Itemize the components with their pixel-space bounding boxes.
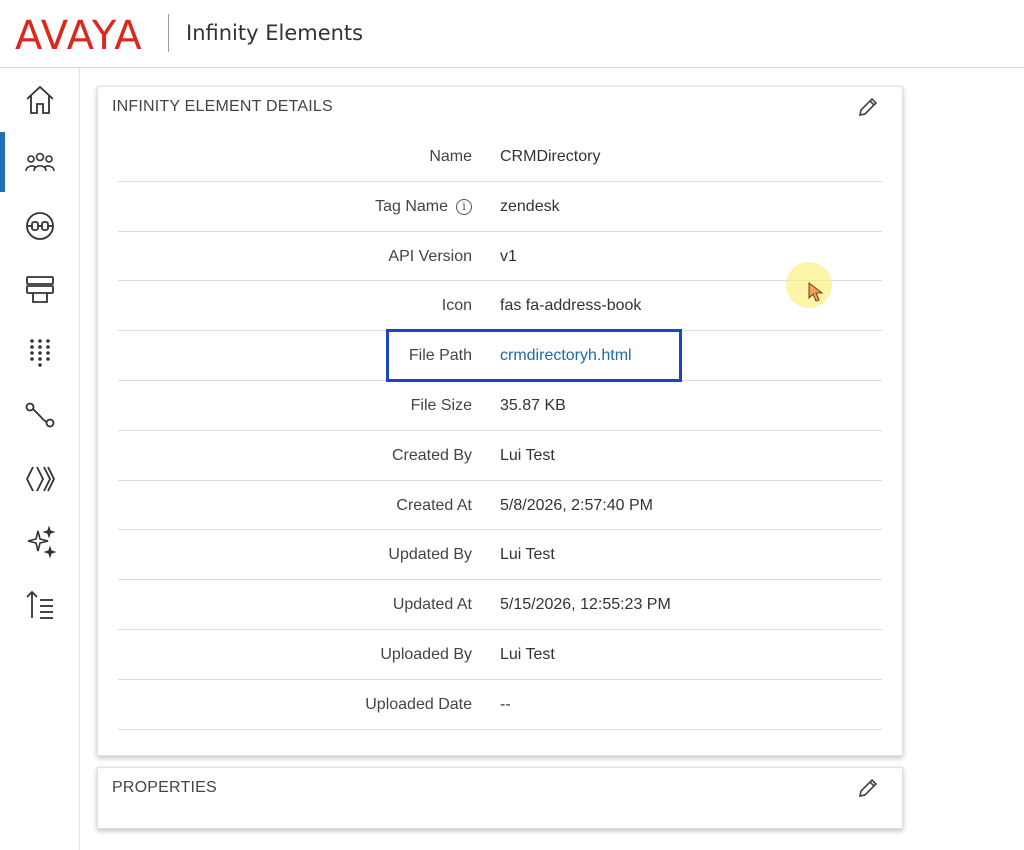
row-label: Uploaded By <box>380 645 472 663</box>
row-value: Lui Test <box>500 546 555 564</box>
row-value: 5/15/2026, 12:55:23 PM <box>500 596 671 614</box>
dialpad-icon <box>30 339 50 367</box>
row-label: Name <box>429 148 472 165</box>
properties-card: PROPERTIES <box>97 767 903 829</box>
home-icon <box>26 85 54 114</box>
app-title: Infinity Elements <box>186 21 364 45</box>
row-label: Created At <box>396 496 472 514</box>
row-value: -- <box>500 695 511 713</box>
sidebar-nav <box>0 68 80 850</box>
users-icon <box>25 152 55 172</box>
header-divider <box>168 14 169 52</box>
details-row-uploaded-by: Uploaded By Lui Test <box>118 630 882 680</box>
row-value: fas fa-address-book <box>500 297 642 315</box>
row-label: Icon <box>441 297 472 315</box>
row-value: Lui Test <box>500 446 555 464</box>
sidebar-item-ai[interactable] <box>0 511 80 573</box>
avaya-logo[interactable]: AVAYA <box>15 13 143 59</box>
row-label: Updated At <box>392 596 472 614</box>
edit-details-button[interactable] <box>856 95 880 119</box>
row-value: v1 <box>500 247 517 265</box>
mouse-cursor-icon <box>808 282 824 302</box>
row-value: CRMDirectory <box>500 148 601 165</box>
sidebar-item-home[interactable] <box>0 69 80 131</box>
details-row-file-size: File Size 35.87 KB <box>118 381 882 431</box>
edit-properties-button[interactable] <box>856 776 880 800</box>
row-label-wrap: Tag Name i <box>375 198 472 216</box>
details-row-updated-at: Updated At 5/15/2026, 12:55:23 PM <box>118 580 882 630</box>
file-path-highlight <box>386 329 682 382</box>
details-title: INFINITY ELEMENT DETAILS <box>112 98 333 115</box>
sidebar-item-sort[interactable] <box>0 574 80 636</box>
details-rows: Name CRMDirectory Tag Name i zendesk API… <box>118 132 882 730</box>
row-label: Updated By <box>388 546 472 564</box>
stack-icon <box>26 276 54 303</box>
connector-icon <box>26 212 54 240</box>
sidebar-item-users[interactable] <box>0 131 80 193</box>
sidebar-item-chevrons[interactable] <box>0 448 80 510</box>
row-value: Lui Test <box>500 645 555 663</box>
row-value: 5/8/2026, 2:57:40 PM <box>500 496 653 514</box>
sparkles-icon <box>27 525 57 559</box>
row-label: Tag Name <box>375 197 448 215</box>
app-header: AVAYA Infinity Elements <box>0 0 1024 68</box>
element-details-card: INFINITY ELEMENT DETAILS Name CRMDirecto… <box>97 86 903 756</box>
details-row-icon: Icon fas fa-address-book <box>118 281 882 332</box>
details-row-uploaded-date: Uploaded Date -- <box>118 680 882 730</box>
details-row-updated-by: Updated By Lui Test <box>118 530 882 581</box>
row-label: Uploaded Date <box>365 695 472 713</box>
row-label: API Version <box>388 247 472 265</box>
details-row-created-by: Created By Lui Test <box>118 431 882 481</box>
row-label: File Size <box>410 396 472 414</box>
details-row-tag-name: Tag Name i zendesk <box>118 182 882 232</box>
pencil-icon <box>858 97 878 117</box>
row-value: zendesk <box>500 197 560 215</box>
info-icon[interactable]: i <box>456 198 472 215</box>
details-row-name: Name CRMDirectory <box>118 132 882 182</box>
row-value: 35.87 KB <box>500 396 566 414</box>
sidebar-item-stack[interactable] <box>0 258 80 320</box>
properties-title: PROPERTIES <box>112 779 217 796</box>
sort-list-icon <box>26 590 53 619</box>
chevrons-icon <box>25 466 56 492</box>
pencil-icon <box>858 778 878 798</box>
sidebar-item-dialpad[interactable] <box>0 321 80 383</box>
sidebar-item-connectors[interactable] <box>0 195 80 257</box>
details-row-created-at: Created At 5/8/2026, 2:57:40 PM <box>118 481 882 531</box>
sidebar-item-flows[interactable] <box>0 384 80 446</box>
details-row-api-version: API Version v1 <box>118 232 882 282</box>
row-label: Created By <box>391 446 472 464</box>
flow-icon <box>25 402 55 428</box>
